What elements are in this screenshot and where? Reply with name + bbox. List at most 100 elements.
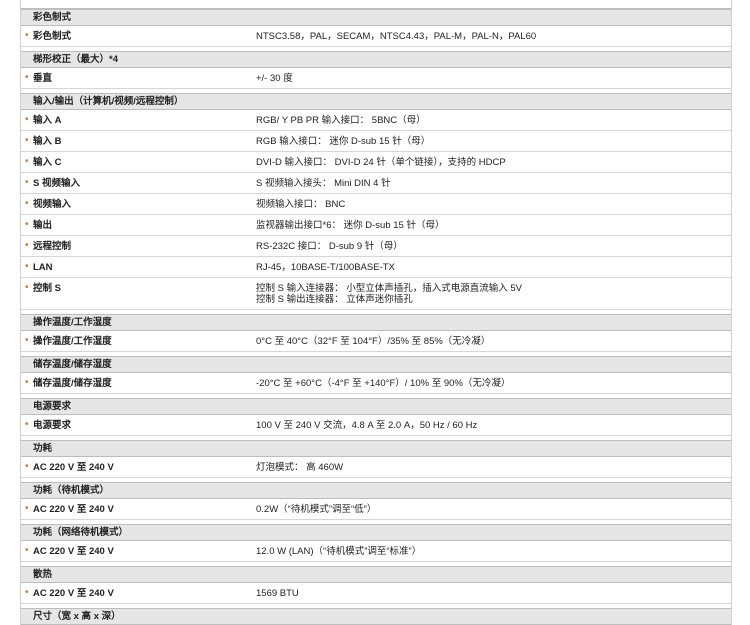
spec-value: NTSC3.58，PAL，SECAM，NTSC4.43，PAL-M，PAL-N，…	[256, 26, 731, 46]
spec-value: 100 V 至 240 V 交流，4.8 A 至 2.0 A，50 Hz / 6…	[256, 415, 731, 435]
section-header: 梯形校正（最大）*4	[21, 51, 731, 68]
spec-row: • 输出 监视器输出接口*6： 迷你 D-sub 15 针（母）	[21, 215, 731, 236]
section-header: 功耗（网络待机模式）	[21, 524, 731, 541]
section-header: 功耗（待机模式）	[21, 482, 731, 499]
spec-row: • 输入 B RGB 输入接口： 迷你 D-sub 15 针（母）	[21, 131, 731, 152]
bullet-icon: •	[25, 219, 29, 230]
spec-value-line: 12.0 W (LAN)（“待机模式”调至“标准”）	[256, 546, 422, 557]
bullet-icon: •	[25, 261, 29, 272]
spec-label: 电源要求	[33, 420, 72, 431]
spec-row: • 输入 C DVI-D 输入接口： DVI-D 24 针（单个链接），支持的 HD…	[21, 152, 731, 173]
section-header: 功耗	[21, 440, 731, 457]
bullet-icon: •	[25, 72, 29, 83]
bullet-icon: •	[25, 30, 29, 41]
bullet-icon: •	[25, 461, 29, 472]
spec-row: • 输入 A RGB/ Y PB PR 输入接口： 5BNC（母）	[21, 110, 731, 131]
spec-row: • LAN RJ-45，10BASE-T/100BASE-TX	[21, 257, 731, 278]
bullet-icon: •	[25, 377, 29, 388]
spec-row: • 远程控制 RS-232C 接口： D-sub 9 针（母）	[21, 236, 731, 257]
spec-label: 垂直	[33, 73, 53, 84]
spec-value: 0°C 至 40°C（32°F 至 104°F）/35% 至 85%（无冷凝）	[256, 331, 731, 351]
spec-value-line: 监视器输出接口*6： 迷你 D-sub 15 针（母）	[256, 220, 445, 231]
spec-label: AC 220 V 至 240 V	[33, 504, 114, 515]
spec-label: 操作温度/工作湿度	[33, 336, 112, 347]
spec-label: 控制 S	[33, 283, 61, 294]
spec-value-line: 灯泡模式： 高 460W	[256, 462, 344, 473]
spec-section: 功耗（网络待机模式） • AC 220 V 至 240 V 12.0 W (LAN)（…	[21, 520, 731, 562]
spec-table: 彩色制式 • 彩色制式 NTSC3.58，PAL，SECAM，NTSC4.43，PAL…	[20, 0, 732, 625]
spec-row: • 垂直 +/- 30 度	[21, 68, 731, 89]
spec-value-line: RGB/ Y PB PR 输入接口： 5BNC（母）	[256, 115, 426, 126]
section-header: 彩色制式	[21, 9, 731, 26]
spec-section: 梯形校正（最大）*4 • 垂直 +/- 30 度	[21, 47, 731, 89]
spec-label: S 视频输入	[33, 178, 80, 189]
spec-value-line: 控制 S 输入连接器： 小型立体声插孔，插入式电源直流输入 5V	[256, 283, 523, 294]
bullet-icon: •	[25, 503, 29, 514]
section-header: 储存温度/储存湿度	[21, 356, 731, 373]
spec-value-line: RGB 输入接口： 迷你 D-sub 15 针（母）	[256, 136, 431, 147]
spec-section: 尺寸（宽 x 高 x 深）	[21, 604, 731, 625]
spec-label: 彩色制式	[33, 31, 72, 42]
spec-label: 远程控制	[33, 241, 72, 252]
spec-section: 功耗 • AC 220 V 至 240 V 灯泡模式： 高 460W	[21, 436, 731, 478]
spec-value: 12.0 W (LAN)（“待机模式”调至“标准”）	[256, 541, 731, 561]
spec-label: AC 220 V 至 240 V	[33, 462, 114, 473]
spec-label: 视频输入	[33, 199, 72, 210]
spec-value: 1569 BTU	[256, 583, 731, 603]
spec-label: AC 220 V 至 240 V	[33, 546, 114, 557]
spec-value: 监视器输出接口*6： 迷你 D-sub 15 针（母）	[256, 215, 731, 235]
spec-value: +/- 30 度	[256, 68, 731, 88]
section-header: 操作温度/工作湿度	[21, 314, 731, 331]
bullet-icon: •	[25, 156, 29, 167]
spec-value-line: 视频输入接口： BNC	[256, 199, 346, 210]
spec-value: S 视频输入接头： Mini DIN 4 针	[256, 173, 731, 193]
spec-value-line: +/- 30 度	[256, 73, 293, 84]
spec-value-line: NTSC3.58，PAL，SECAM，NTSC4.43，PAL-M，PAL-N，…	[256, 31, 537, 42]
spec-row: • S 视频输入 S 视频输入接头： Mini DIN 4 针	[21, 173, 731, 194]
spec-section: 输入/输出（计算机/视频/远程控制） • 输入 A RGB/ Y PB PR 输入接口…	[21, 89, 731, 310]
spec-row: • AC 220 V 至 240 V 灯泡模式： 高 460W	[21, 457, 731, 478]
spec-row: • 操作温度/工作湿度 0°C 至 40°C（32°F 至 104°F）/35% 至…	[21, 331, 731, 352]
table-top-border	[21, 0, 731, 9]
spec-value-line: 控制 S 输出连接器： 立体声迷你插孔	[256, 294, 413, 305]
bullet-icon: •	[25, 419, 29, 430]
spec-value-line: DVI-D 输入接口： DVI-D 24 针（单个链接），支持的 HDCP	[256, 157, 506, 168]
bullet-icon: •	[25, 135, 29, 146]
bullet-icon: •	[25, 177, 29, 188]
spec-section: 操作温度/工作湿度 • 操作温度/工作湿度 0°C 至 40°C（32°F 至 104…	[21, 310, 731, 352]
spec-label: LAN	[33, 262, 53, 273]
spec-value-line: RS-232C 接口： D-sub 9 针（母）	[256, 241, 403, 252]
spec-section: 散热 • AC 220 V 至 240 V 1569 BTU	[21, 562, 731, 604]
spec-value: DVI-D 输入接口： DVI-D 24 针（单个链接），支持的 HDCP	[256, 152, 731, 172]
spec-label: 输出	[33, 220, 53, 231]
spec-value-line: 0.2W（“待机模式”调至“低”）	[256, 504, 377, 515]
spec-value: 灯泡模式： 高 460W	[256, 457, 731, 477]
spec-row: • 彩色制式 NTSC3.58，PAL，SECAM，NTSC4.43，PAL-M，P…	[21, 26, 731, 47]
spec-value: RS-232C 接口： D-sub 9 针（母）	[256, 236, 731, 256]
section-header: 尺寸（宽 x 高 x 深）	[21, 608, 731, 625]
spec-value: RGB/ Y PB PR 输入接口： 5BNC（母）	[256, 110, 731, 130]
spec-row: • AC 220 V 至 240 V 1569 BTU	[21, 583, 731, 604]
spec-label: 储存温度/储存湿度	[33, 378, 112, 389]
spec-label: AC 220 V 至 240 V	[33, 588, 114, 599]
spec-row: • AC 220 V 至 240 V 12.0 W (LAN)（“待机模式”调至“标…	[21, 541, 731, 562]
bullet-icon: •	[25, 240, 29, 251]
spec-value-line: S 视频输入接头： Mini DIN 4 针	[256, 178, 391, 189]
spec-value: -20°C 至 +60°C（-4°F 至 +140°F）/ 10% 至 90%（…	[256, 373, 731, 393]
spec-label: 输入 C	[33, 157, 62, 168]
bullet-icon: •	[25, 335, 29, 346]
spec-value: 控制 S 输入连接器： 小型立体声插孔，插入式电源直流输入 5V 控制 S 输出连…	[256, 278, 731, 309]
spec-value: RJ-45，10BASE-T/100BASE-TX	[256, 257, 731, 277]
section-header: 电源要求	[21, 398, 731, 415]
spec-value: 视频输入接口： BNC	[256, 194, 731, 214]
spec-row: • AC 220 V 至 240 V 0.2W（“待机模式”调至“低”）	[21, 499, 731, 520]
spec-value: RGB 输入接口： 迷你 D-sub 15 针（母）	[256, 131, 731, 151]
spec-section: 储存温度/储存湿度 • 储存温度/储存湿度 -20°C 至 +60°C（-4°F 至 …	[21, 352, 731, 394]
spec-value-line: -20°C 至 +60°C（-4°F 至 +140°F）/ 10% 至 90%（…	[256, 378, 511, 389]
spec-label: 输入 B	[33, 136, 62, 147]
spec-label: 输入 A	[33, 115, 62, 126]
spec-value: 0.2W（“待机模式”调至“低”）	[256, 499, 731, 519]
spec-row: • 控制 S 控制 S 输入连接器： 小型立体声插孔，插入式电源直流输入 5V 控制 …	[21, 278, 731, 310]
bullet-icon: •	[25, 282, 29, 293]
bullet-icon: •	[25, 545, 29, 556]
